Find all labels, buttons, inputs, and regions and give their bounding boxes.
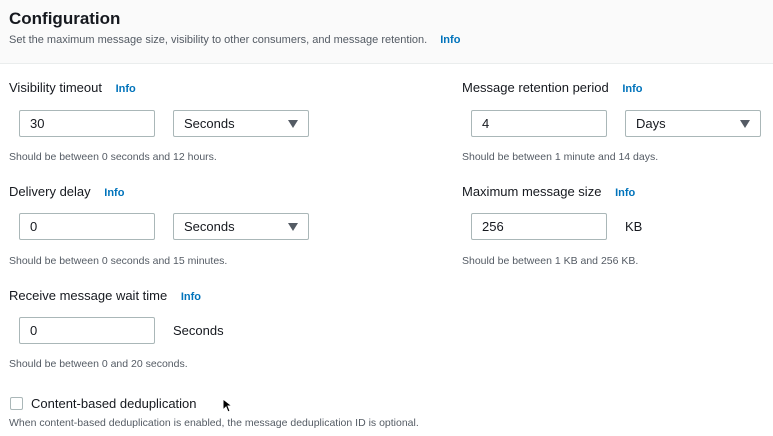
content-dedup-label[interactable]: Content-based deduplication	[31, 396, 197, 411]
delivery-delay-input[interactable]	[19, 213, 155, 240]
retention-period-hint: Should be between 1 minute and 14 days.	[462, 151, 659, 163]
caret-down-icon	[288, 223, 298, 231]
retention-period-unit-value: Days	[636, 116, 666, 131]
section-subtitle-text: Set the maximum message size, visibility…	[9, 34, 428, 46]
content-dedup-hint: When content-based deduplication is enab…	[9, 417, 419, 429]
retention-period-label: Message retention period Info	[462, 80, 643, 95]
delivery-delay-label-text: Delivery delay	[9, 184, 91, 199]
mouse-cursor-icon	[222, 398, 234, 413]
max-message-size-info-link[interactable]: Info	[615, 187, 635, 199]
content-dedup-checkbox[interactable]	[10, 397, 23, 410]
delivery-delay-label: Delivery delay Info	[9, 184, 124, 199]
configuration-header: Configuration Set the maximum message si…	[0, 0, 773, 64]
delivery-delay-unit-select[interactable]: Seconds	[173, 213, 309, 240]
visibility-timeout-unit-select[interactable]: Seconds	[173, 110, 309, 137]
visibility-timeout-info-link[interactable]: Info	[116, 83, 136, 95]
visibility-timeout-hint: Should be between 0 seconds and 12 hours…	[9, 151, 217, 163]
section-subtitle: Set the maximum message size, visibility…	[9, 34, 460, 46]
visibility-timeout-label: Visibility timeout Info	[9, 80, 136, 95]
max-message-size-input[interactable]	[471, 213, 607, 240]
retention-period-unit-select[interactable]: Days	[625, 110, 761, 137]
receive-wait-time-input[interactable]	[19, 317, 155, 344]
receive-wait-time-unit: Seconds	[173, 323, 224, 338]
config-info-link[interactable]: Info	[440, 34, 460, 46]
caret-down-icon	[740, 120, 750, 128]
delivery-delay-info-link[interactable]: Info	[104, 187, 124, 199]
delivery-delay-unit-value: Seconds	[184, 219, 235, 234]
max-message-size-label: Maximum message size Info	[462, 184, 635, 199]
caret-down-icon	[288, 120, 298, 128]
receive-wait-time-label: Receive message wait time Info	[9, 288, 201, 303]
max-message-size-hint: Should be between 1 KB and 256 KB.	[462, 255, 639, 267]
retention-period-input[interactable]	[471, 110, 607, 137]
retention-period-label-text: Message retention period	[462, 80, 609, 95]
receive-wait-time-hint: Should be between 0 and 20 seconds.	[9, 358, 188, 370]
visibility-timeout-unit-value: Seconds	[184, 116, 235, 131]
section-title: Configuration	[9, 9, 121, 28]
max-message-size-unit: KB	[625, 219, 643, 234]
visibility-timeout-input[interactable]	[19, 110, 155, 137]
visibility-timeout-label-text: Visibility timeout	[9, 80, 102, 95]
max-message-size-label-text: Maximum message size	[462, 184, 602, 199]
delivery-delay-hint: Should be between 0 seconds and 15 minut…	[9, 255, 228, 267]
retention-period-info-link[interactable]: Info	[622, 83, 642, 95]
receive-wait-time-label-text: Receive message wait time	[9, 288, 168, 303]
receive-wait-time-info-link[interactable]: Info	[181, 291, 201, 303]
